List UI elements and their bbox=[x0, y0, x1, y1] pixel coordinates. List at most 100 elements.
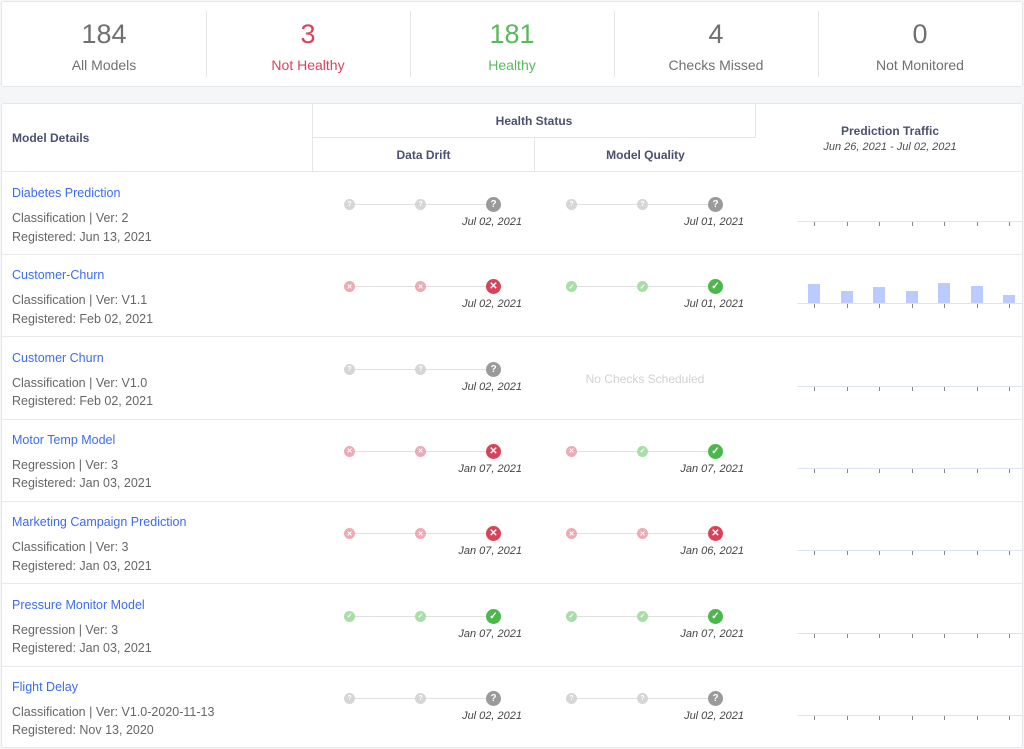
timeline-connector bbox=[355, 368, 415, 370]
traffic-tick bbox=[846, 222, 848, 226]
model-name-link[interactable]: Pressure Monitor Model bbox=[12, 598, 145, 612]
traffic-bar[interactable] bbox=[938, 283, 950, 304]
question-icon[interactable]: ? bbox=[415, 692, 426, 704]
check-icon[interactable]: ✓ bbox=[566, 610, 577, 622]
x-icon[interactable]: ✕ bbox=[344, 281, 355, 293]
traffic-bar[interactable] bbox=[873, 287, 885, 304]
check-icon[interactable]: ✓ bbox=[637, 445, 648, 457]
question-icon[interactable]: ? bbox=[486, 197, 501, 212]
traffic-bar[interactable] bbox=[840, 291, 853, 304]
question-icon[interactable]: ? bbox=[344, 692, 355, 704]
model-name-link[interactable]: Flight Delay bbox=[12, 680, 78, 694]
timeline-connector bbox=[426, 286, 486, 288]
check-date: Jul 01, 2021 bbox=[684, 216, 744, 228]
traffic-tick bbox=[976, 633, 978, 638]
model-name-link[interactable]: Motor Temp Model bbox=[12, 433, 115, 447]
model-name-link[interactable]: Marketing Campaign Prediction bbox=[12, 515, 186, 529]
x-icon[interactable]: ✕ bbox=[486, 443, 501, 459]
traffic-bar[interactable] bbox=[1003, 294, 1015, 304]
model-quality-timeline: ✓ ✓ ✓ Jan 07, 2021 bbox=[534, 608, 756, 649]
timeline-connector bbox=[648, 204, 708, 205]
x-icon[interactable]: ✕ bbox=[415, 528, 426, 540]
traffic-tick bbox=[976, 551, 978, 556]
prediction-traffic-chart bbox=[797, 442, 1022, 482]
prediction-traffic-chart bbox=[797, 607, 1022, 647]
model-type-version: Classification | Ver: V1.0-2020-11-13 bbox=[12, 704, 215, 719]
stat-healthy[interactable]: 181 Healthy bbox=[410, 2, 614, 86]
traffic-tick bbox=[814, 551, 815, 556]
traffic-bar[interactable] bbox=[905, 291, 918, 304]
check-icon[interactable]: ✓ bbox=[486, 608, 501, 624]
check-icon[interactable]: ✓ bbox=[637, 281, 648, 293]
data-drift-timeline: ✕ ✕ ✕ Jul 02, 2021 bbox=[312, 279, 534, 319]
traffic-tick bbox=[879, 468, 880, 473]
x-icon[interactable]: ✕ bbox=[486, 526, 501, 542]
stat-checks-missed[interactable]: 4 Checks Missed bbox=[614, 2, 818, 86]
prediction-traffic-chart bbox=[797, 689, 1022, 729]
timeline-connector bbox=[577, 533, 637, 535]
check-date: Jan 07, 2021 bbox=[458, 627, 522, 640]
check-icon[interactable]: ✓ bbox=[708, 279, 723, 295]
question-icon[interactable]: ? bbox=[415, 363, 426, 375]
question-icon[interactable]: ? bbox=[637, 199, 648, 210]
stat-not-monitored[interactable]: 0 Not Monitored bbox=[818, 2, 1022, 86]
model-meta: Regression | Ver: 3 Registered: Jan 03, 2… bbox=[12, 621, 152, 658]
question-icon[interactable]: ? bbox=[415, 199, 426, 210]
question-icon[interactable]: ? bbox=[708, 690, 723, 706]
traffic-tick bbox=[814, 386, 815, 391]
prediction-traffic-chart bbox=[797, 195, 1022, 235]
model-name-link[interactable]: Customer-Churn bbox=[12, 268, 104, 282]
question-icon[interactable]: ? bbox=[344, 199, 355, 210]
table-row: Flight Delay Classification | Ver: V1.0-2… bbox=[2, 667, 1022, 747]
check-icon[interactable]: ✓ bbox=[566, 281, 577, 293]
traffic-tick bbox=[976, 222, 978, 226]
question-icon[interactable]: ? bbox=[486, 361, 501, 377]
question-icon[interactable]: ? bbox=[637, 692, 648, 704]
table-row: Pressure Monitor Model Regression | Ver: … bbox=[2, 585, 1022, 667]
traffic-tick bbox=[976, 304, 978, 309]
x-icon[interactable]: ✕ bbox=[344, 445, 355, 457]
x-icon[interactable]: ✕ bbox=[415, 281, 426, 293]
prediction-traffic-chart bbox=[797, 524, 1022, 564]
check-icon[interactable]: ✓ bbox=[708, 443, 723, 459]
question-icon[interactable]: ? bbox=[566, 199, 577, 210]
check-date: Jan 07, 2021 bbox=[458, 462, 522, 475]
check-icon[interactable]: ✓ bbox=[344, 610, 355, 622]
check-icon[interactable]: ✓ bbox=[415, 610, 426, 622]
traffic-bar[interactable] bbox=[970, 286, 983, 304]
model-name-link[interactable]: Customer Churn bbox=[12, 351, 104, 365]
question-icon[interactable]: ? bbox=[566, 692, 577, 704]
question-icon[interactable]: ? bbox=[708, 197, 723, 212]
timeline-connector bbox=[426, 615, 486, 617]
stat-not-healthy[interactable]: 3 Not Healthy bbox=[206, 2, 410, 86]
x-icon[interactable]: ✕ bbox=[344, 528, 355, 540]
question-icon[interactable]: ? bbox=[486, 690, 501, 706]
check-icon[interactable]: ✓ bbox=[637, 610, 648, 622]
x-icon[interactable]: ✕ bbox=[708, 526, 723, 542]
traffic-tick bbox=[1009, 633, 1010, 638]
timeline-connector bbox=[355, 204, 415, 205]
x-icon[interactable]: ✕ bbox=[415, 445, 426, 457]
traffic-tick bbox=[846, 715, 848, 720]
data-drift-timeline: ✕ ✕ ✕ Jan 07, 2021 bbox=[312, 443, 534, 484]
model-meta: Classification | Ver: 3 Registered: Jan 0… bbox=[12, 538, 152, 575]
check-icon[interactable]: ✓ bbox=[708, 608, 723, 624]
model-registered-date: Registered: Feb 02, 2021 bbox=[12, 311, 154, 326]
x-icon[interactable]: ✕ bbox=[566, 445, 577, 457]
header-health-status: Health Status bbox=[312, 104, 756, 138]
model-registered-date: Registered: Nov 13, 2020 bbox=[12, 723, 154, 738]
x-icon[interactable]: ✕ bbox=[566, 528, 577, 540]
traffic-tick bbox=[976, 468, 978, 473]
model-type-version: Classification | Ver: V1.1 bbox=[12, 293, 148, 308]
table-row: Diabetes Prediction Classification | Ver:… bbox=[2, 173, 1022, 255]
header-prediction-traffic: Prediction Traffic Jun 26, 2021 - Jul 02… bbox=[756, 104, 1022, 172]
stat-all-models[interactable]: 184 All Models bbox=[2, 2, 206, 86]
traffic-bar[interactable] bbox=[808, 284, 820, 304]
x-icon[interactable]: ✕ bbox=[637, 528, 648, 540]
x-icon[interactable]: ✕ bbox=[486, 279, 501, 295]
model-name-link[interactable]: Diabetes Prediction bbox=[12, 186, 120, 200]
question-icon[interactable]: ? bbox=[344, 363, 355, 375]
timeline-connector bbox=[426, 368, 486, 370]
model-registered-date: Registered: Jun 13, 2021 bbox=[12, 229, 152, 244]
model-type-version: Regression | Ver: 3 bbox=[12, 457, 119, 472]
